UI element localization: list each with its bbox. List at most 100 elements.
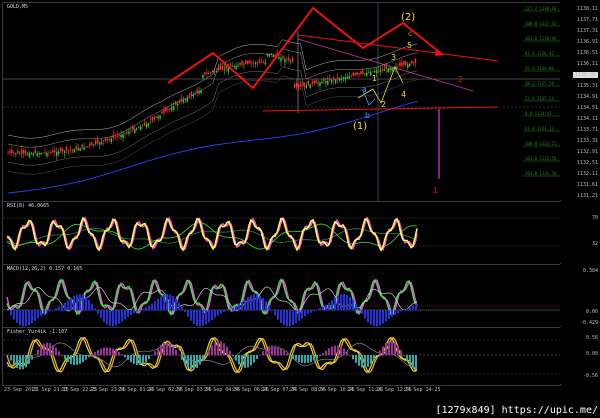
histogram-bar [346, 294, 348, 311]
candle-body [11, 149, 13, 154]
fib-level-label: 0.0 1134.43 [525, 111, 552, 116]
time-tick: 24 Sep 14:25 [404, 387, 441, 393]
histogram-bar [103, 310, 105, 322]
histogram-bar [79, 355, 81, 364]
rsi-pane[interactable]: RSI(8) 46.0665 [2, 201, 561, 265]
fib-level-label: 261.8 1131.56 [525, 171, 557, 176]
candle-body [227, 67, 230, 72]
histogram-bar [133, 355, 135, 364]
histogram-bar [409, 307, 411, 311]
histogram-bar [28, 310, 30, 326]
candle-body [290, 60, 292, 62]
candle-body [358, 73, 360, 75]
candle-body [85, 146, 87, 148]
candle-body [50, 152, 52, 153]
histogram-bar [325, 350, 327, 356]
macd-pane[interactable]: MACD(12,26,2) 0.157 0.165 [2, 264, 561, 328]
candle-body [253, 62, 255, 64]
price-tick: 1132.51 [576, 160, 598, 166]
candle-body [173, 106, 175, 110]
fisher-pane[interactable]: Fisher_Yur4ik -1.107 [2, 327, 561, 386]
histogram-bar [334, 345, 336, 356]
candle-body [217, 66, 220, 71]
histogram-bar [199, 355, 201, 365]
histogram-bar [259, 354, 261, 356]
wave-label-2-small: 2 [381, 100, 387, 109]
price-pane[interactable]: 127.2 1138.16 100.0 1137.42 161.8 1136.96 6… [2, 2, 561, 202]
candle-body [243, 64, 245, 66]
wave-label-4: 4 [401, 90, 407, 99]
histogram-bar [58, 351, 60, 356]
histogram-bar [373, 310, 375, 327]
fib-level-label: 61.8 1136.42 [525, 51, 554, 56]
histogram-bar [52, 309, 54, 311]
wave-label-5: 5 [407, 41, 413, 50]
histogram-bar [367, 310, 369, 323]
histogram-bar [163, 294, 165, 311]
candle-body [247, 60, 249, 64]
price-tick: 1137.31 [576, 28, 598, 34]
candle-body [280, 57, 282, 62]
histogram-bar [259, 295, 261, 311]
histogram-bar [244, 299, 246, 311]
candle-body [36, 153, 38, 157]
candle-body [106, 138, 109, 141]
fib-level-label: 161.8 1136.96 [525, 36, 557, 41]
candle-body [136, 128, 138, 130]
histogram-bar [55, 347, 57, 356]
candle-body [95, 140, 97, 144]
candle-body [307, 80, 309, 85]
candle-body [89, 143, 91, 146]
candle-body [42, 152, 44, 154]
candle-body [110, 138, 113, 142]
price-tick: 1132.91 [576, 149, 598, 155]
candle-body [184, 98, 187, 100]
candle-body [368, 72, 370, 74]
histogram-bar [256, 294, 258, 311]
histogram-bar [262, 351, 264, 356]
candle-body [346, 76, 348, 79]
wave-label-a: a [362, 85, 367, 94]
candle-body [336, 77, 339, 79]
histogram-bar [157, 298, 159, 311]
histogram-bar [34, 310, 36, 321]
price-axis: 1138.11 1137.71 1137.31 1136.91 1136.51 1136.… [560, 2, 600, 200]
candle-body [71, 149, 74, 151]
candle-body [143, 122, 146, 125]
candle-body [334, 79, 337, 83]
histogram-bar [367, 355, 369, 367]
candle-body [331, 80, 333, 83]
histogram-bar [307, 355, 309, 363]
histogram-bar [172, 295, 174, 311]
histogram-bar [235, 306, 237, 311]
histogram-bar [67, 355, 69, 363]
fib-level-label: 100.0 1137.42 [525, 21, 557, 26]
moving-average-line [7, 100, 418, 194]
candle-body [342, 77, 345, 79]
candle-body [188, 95, 191, 97]
histogram-bar [13, 310, 15, 320]
candle-body [167, 108, 169, 110]
histogram-bar [121, 354, 123, 356]
candle-body [410, 60, 413, 64]
candle-body [19, 153, 21, 155]
histogram-bar [118, 310, 120, 324]
candle-body [215, 70, 218, 73]
fisher-plot [3, 336, 560, 375]
candle-body [366, 72, 368, 76]
candle-body [100, 142, 103, 144]
candle-body [186, 97, 189, 102]
histogram-bar [205, 354, 207, 356]
histogram-bar [316, 309, 318, 311]
candle-body [264, 62, 267, 65]
histogram-bar [391, 341, 393, 356]
histogram-bar [100, 348, 102, 356]
histogram-bar [7, 310, 9, 311]
histogram-bar [307, 310, 309, 315]
histogram-bar [64, 302, 66, 311]
histogram-bar [382, 346, 384, 356]
histogram-bar [286, 310, 288, 327]
histogram-bar [157, 347, 159, 356]
histogram-bar [127, 355, 129, 360]
histogram-bar [160, 296, 162, 311]
